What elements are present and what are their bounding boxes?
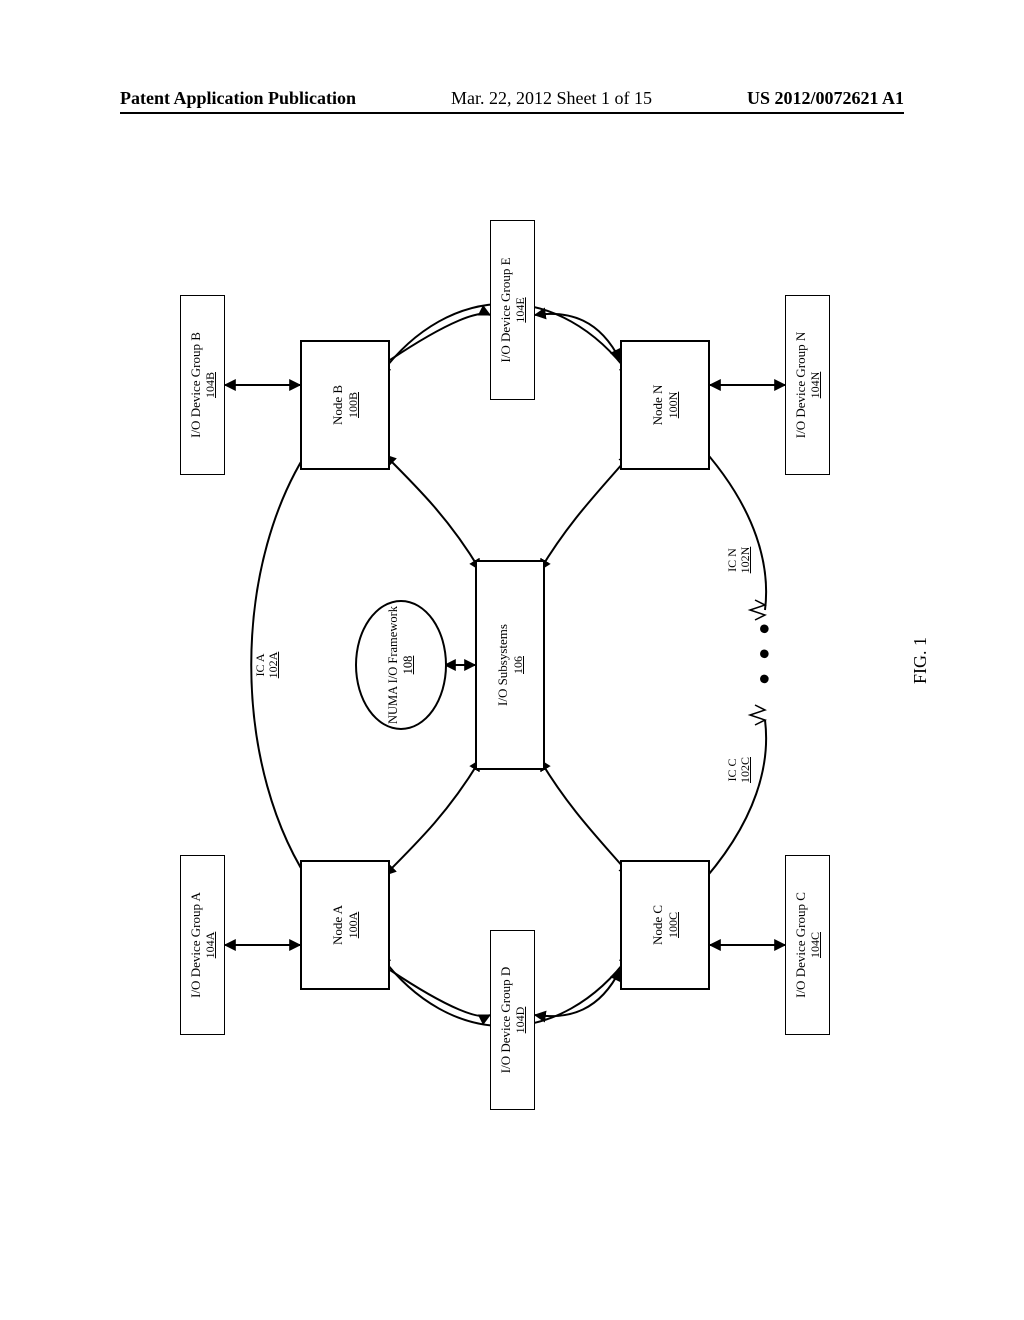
iog-b: I/O Device Group B 104B	[180, 295, 225, 475]
node-n: Node N 100N	[620, 340, 710, 470]
node-b: Node B 100B	[300, 340, 390, 470]
io-subsystems: I/O Subsystems 106	[475, 560, 545, 770]
numa-io-framework: NUMA I/O Framework 108	[355, 600, 447, 730]
header-center: Mar. 22, 2012 Sheet 1 of 15	[451, 88, 652, 109]
iog-a: I/O Device Group A 104A	[180, 855, 225, 1035]
iog-c: I/O Device Group C 104C	[785, 855, 830, 1035]
node-b-ref: 100B	[346, 392, 360, 418]
ic-c2-label: IC C 102C	[726, 745, 752, 795]
iog-d: I/O Device Group D 104D	[490, 930, 535, 1110]
node-c-label: Node C	[650, 905, 666, 945]
node-c-ref: 100C	[666, 912, 680, 938]
figure-label: FIG. 1	[910, 637, 931, 684]
header-right: US 2012/0072621 A1	[747, 88, 904, 109]
node-c: Node C 100C	[620, 860, 710, 990]
ellipsis-icon: ● ● ●	[753, 619, 776, 685]
node-n-ref: 100N	[666, 392, 680, 419]
node-n-label: Node N	[650, 385, 666, 426]
iog-n: I/O Device Group N 104N	[785, 295, 830, 475]
framework-ref: 108	[401, 656, 416, 675]
header-rule	[120, 112, 904, 114]
subsystems-label: I/O Subsystems	[495, 624, 511, 706]
node-a-label: Node A	[330, 905, 346, 945]
header-left: Patent Application Publication	[120, 88, 356, 109]
iog-e: I/O Device Group E 104E	[490, 220, 535, 400]
node-b-label: Node B	[330, 385, 346, 425]
node-a: Node A 100A	[300, 860, 390, 990]
figure-1-diagram: Node A 100A Node B 100B Node C 100C Node…	[150, 200, 790, 1130]
ic-n-label: IC N 102N	[726, 535, 752, 585]
subsystems-ref: 106	[511, 656, 525, 674]
node-a-ref: 100A	[346, 912, 360, 939]
framework-label: NUMA I/O Framework	[386, 606, 401, 724]
ic-a-label: IC A 102A	[254, 640, 280, 690]
